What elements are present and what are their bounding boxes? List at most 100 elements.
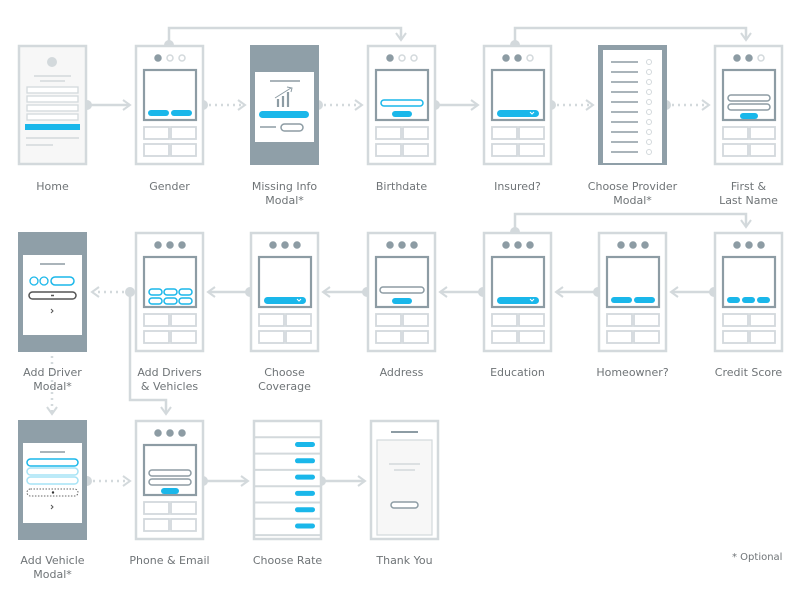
vehicle-input [26,467,79,476]
grid-cell [749,143,776,157]
progress-dot-icon [745,241,753,249]
grid-cell [722,330,749,344]
screen-homeowner [597,231,668,353]
text-input [727,94,771,102]
screen-label: Gender [149,180,190,193]
form-field [26,95,79,103]
grid-cell [749,330,776,344]
screen-label: Choose Coverage [258,366,311,393]
grid-cell [518,126,545,140]
grid-cell [285,330,312,344]
select-rate-button [295,442,315,447]
form-field [26,104,79,112]
select-rate-button [295,474,315,480]
grid-cell [606,313,633,327]
progress-dot-icon [281,241,289,249]
progress-dot-icon [293,241,301,249]
grid-cell [491,313,518,327]
grid-cell [402,126,429,140]
grid-cell [170,518,197,532]
screen-label: Phone & Email [129,554,210,567]
grid-cell [258,313,285,327]
form-field [26,113,79,121]
progress-dot-icon [526,241,534,249]
screen-label: Credit Score [714,366,783,379]
screen-label: Address [379,366,424,379]
option-circle [29,276,39,286]
progress-dot-icon [502,54,510,62]
screen-phone-email [134,419,205,541]
progress-dot-icon [733,241,741,249]
continue-button [392,111,412,117]
grid-cell [170,126,197,140]
progress-dot-icon [398,241,406,249]
progress-dot-icon [629,241,637,249]
option-button [178,288,193,296]
screen-thank-you [369,419,440,541]
grid-cell [402,313,429,327]
screen-credit-score [713,231,784,353]
continue-button [392,298,412,304]
progress-dot-icon [745,54,753,62]
secondary-button [280,123,304,132]
radio-icon [646,89,652,95]
progress-dot-icon [154,54,162,62]
screen-insured [482,44,553,166]
progress-dot-icon [154,429,162,437]
screen-address [366,231,437,353]
progress-dot-icon [178,241,186,249]
grid-cell [633,313,660,327]
logo-icon [47,57,57,67]
optional-footnote: * Optional [732,552,783,563]
option-button [178,297,193,305]
grid-cell [402,143,429,157]
select-rate-button [295,490,315,496]
screens-layer [17,44,784,541]
grid-cell [518,143,545,157]
progress-dot-icon [269,241,277,249]
screen-label: Missing Info Modal* [251,180,318,207]
text-input [148,478,192,486]
continue-button [740,113,758,119]
select-rate-button [295,523,315,529]
screen-missing-info-modal [250,45,319,165]
screen-label: Education [490,366,545,379]
grid-cell [170,313,197,327]
grid-cell [749,313,776,327]
option-button [171,110,192,116]
phone-frame [252,419,323,541]
progress-dot-icon [166,54,174,62]
grid-cell [170,501,197,515]
grid-cell [722,143,749,157]
grid-cell [258,330,285,344]
screen-education [482,231,553,353]
option-button [148,297,163,305]
option-button [148,288,163,296]
option-button [757,297,770,303]
grid-cell [143,501,170,515]
screen-label: Home [36,180,69,193]
option-button [727,297,740,303]
form-field [26,86,79,94]
screen-add-vehicle-modal [18,420,87,540]
option-button [611,297,632,303]
text-input [380,99,424,107]
progress-dot-icon [502,241,510,249]
grid-cell [143,126,170,140]
progress-dot-icon [178,54,186,62]
progress-dot-icon [617,241,625,249]
progress-dot-icon [641,241,649,249]
option-button [634,297,655,303]
option-button [163,288,178,296]
progress-dot-icon [757,241,765,249]
progress-dot-icon [757,54,765,62]
option-button [742,297,755,303]
screen-label: First & Last Name [719,180,778,207]
progress-dot-icon [514,241,522,249]
screen-label: Birthdate [375,180,428,193]
screen-label: Thank You [376,554,433,567]
continue-button [161,488,179,494]
select-rate-button [295,458,315,464]
grid-cell [749,126,776,140]
grid-cell [491,126,518,140]
